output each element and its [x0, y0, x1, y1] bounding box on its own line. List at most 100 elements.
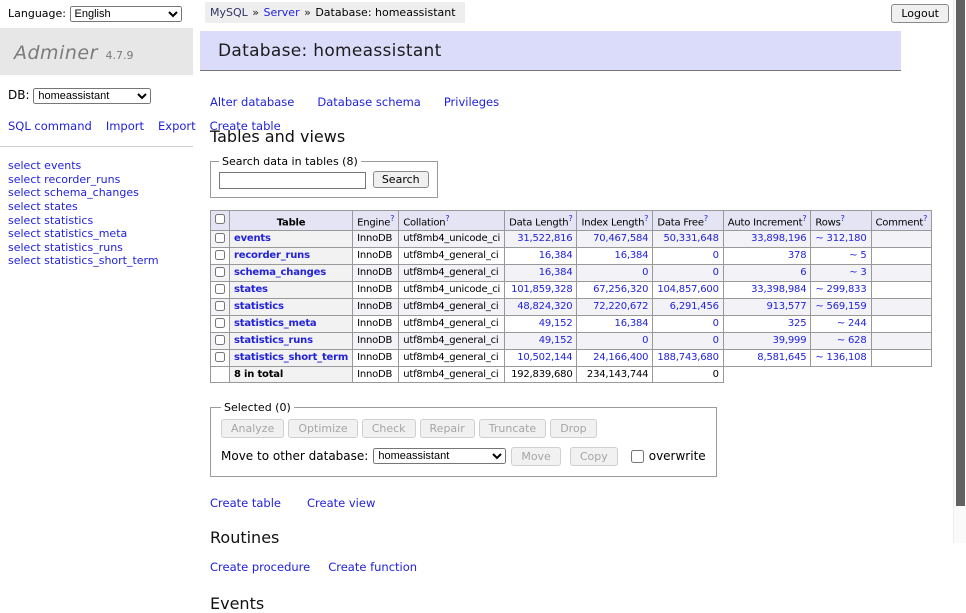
- table-name-link[interactable]: recorder_runs: [234, 250, 310, 261]
- row-checkbox[interactable]: [215, 267, 225, 277]
- db-select[interactable]: homeassistant: [33, 88, 151, 104]
- table-name-link[interactable]: statistics_meta: [234, 318, 316, 329]
- language-select[interactable]: English: [70, 6, 182, 22]
- sidebar-table-link[interactable]: select recorder_runs: [8, 173, 120, 186]
- column-help-link[interactable]: ?: [644, 214, 648, 223]
- data-free-link[interactable]: 0: [713, 335, 719, 346]
- table-name-link[interactable]: states: [234, 284, 268, 295]
- sidebar-table-link[interactable]: select statistics: [8, 214, 93, 227]
- rows-link[interactable]: ~ 312,180: [815, 233, 866, 244]
- data-length-link[interactable]: 48,824,320: [517, 301, 572, 312]
- bulk-action-button[interactable]: Repair: [420, 419, 475, 438]
- search-input[interactable]: [219, 172, 366, 189]
- auto-increment-link[interactable]: 378: [788, 250, 807, 261]
- rows-link[interactable]: ~ 5: [849, 250, 866, 261]
- vertical-scrollbar[interactable]: [953, 0, 966, 543]
- table-name-link[interactable]: statistics_short_term: [234, 352, 348, 363]
- row-checkbox[interactable]: [215, 335, 225, 345]
- column-help-link[interactable]: ?: [445, 214, 449, 223]
- index-length-link[interactable]: 67,256,320: [593, 284, 648, 295]
- breadcrumb-mysql-link[interactable]: MySQL: [210, 6, 248, 19]
- data-free-link[interactable]: 0: [713, 250, 719, 261]
- logout-button[interactable]: Logout: [891, 4, 949, 23]
- sidebar-table-link[interactable]: select statistics_short_term: [8, 254, 159, 267]
- row-checkbox[interactable]: [215, 352, 225, 362]
- data-length-link[interactable]: 16,384: [539, 250, 573, 261]
- auto-increment-link[interactable]: 33,398,984: [751, 284, 806, 295]
- copy-button[interactable]: Copy: [570, 447, 618, 466]
- database-nav-link[interactable]: Database schema: [317, 95, 420, 109]
- sidebar-action-link[interactable]: SQL command: [8, 119, 92, 133]
- move-db-select[interactable]: homeassistant: [373, 448, 506, 464]
- rows-link[interactable]: ~ 3: [849, 267, 866, 278]
- routine-create-link[interactable]: Create procedure: [210, 560, 310, 574]
- auto-increment-link[interactable]: 913,577: [766, 301, 806, 312]
- column-help-link[interactable]: ?: [802, 214, 806, 223]
- adminer-logo[interactable]: Adminer 4.7.9: [0, 28, 193, 75]
- index-length-link[interactable]: 0: [642, 267, 648, 278]
- data-free-link[interactable]: 6,291,456: [670, 301, 719, 312]
- rows-link[interactable]: ~ 628: [837, 335, 867, 346]
- overwrite-checkbox[interactable]: [631, 450, 644, 463]
- data-free-link[interactable]: 50,331,648: [664, 233, 719, 244]
- sidebar-action-link[interactable]: Create table: [210, 119, 281, 133]
- select-all-checkbox[interactable]: [215, 214, 225, 224]
- index-length-link[interactable]: 16,384: [615, 318, 649, 329]
- bulk-action-button[interactable]: Truncate: [479, 419, 546, 438]
- bulk-action-button[interactable]: Check: [362, 419, 416, 438]
- rows-link[interactable]: ~ 244: [837, 318, 867, 329]
- row-checkbox[interactable]: [215, 318, 225, 328]
- row-checkbox[interactable]: [215, 284, 225, 294]
- database-nav-link[interactable]: Alter database: [210, 95, 294, 109]
- column-help-link[interactable]: ?: [704, 214, 708, 223]
- data-length-link[interactable]: 10,502,144: [517, 352, 572, 363]
- index-length-link[interactable]: 72,220,672: [593, 301, 648, 312]
- row-checkbox[interactable]: [215, 301, 225, 311]
- column-help-link[interactable]: ?: [923, 214, 927, 223]
- sidebar-table-link[interactable]: select statistics_runs: [8, 241, 123, 254]
- auto-increment-link[interactable]: 33,898,196: [751, 233, 806, 244]
- auto-increment-link[interactable]: 6: [800, 267, 806, 278]
- bulk-action-button[interactable]: Optimize: [288, 419, 357, 438]
- data-free-link[interactable]: 104,857,600: [657, 284, 718, 295]
- search-button[interactable]: Search: [373, 171, 429, 188]
- sidebar-table-link[interactable]: select events: [8, 159, 81, 172]
- column-help-link[interactable]: ?: [841, 214, 845, 223]
- data-free-link[interactable]: 0: [713, 318, 719, 329]
- table-name-link[interactable]: statistics_runs: [234, 335, 313, 346]
- sidebar-table-link[interactable]: select states: [8, 200, 78, 213]
- data-length-link[interactable]: 101,859,328: [511, 284, 572, 295]
- table-name-link[interactable]: schema_changes: [234, 267, 326, 278]
- index-length-link[interactable]: 24,166,400: [593, 352, 648, 363]
- auto-increment-link[interactable]: 325: [788, 318, 807, 329]
- sidebar-action-link[interactable]: Import: [106, 119, 144, 133]
- data-length-link[interactable]: 49,152: [539, 335, 573, 346]
- rows-link[interactable]: ~ 569,159: [815, 301, 866, 312]
- index-length-link[interactable]: 70,467,584: [593, 233, 648, 244]
- table-name-link[interactable]: events: [234, 233, 271, 244]
- routine-create-link[interactable]: Create function: [328, 560, 417, 574]
- create-link[interactable]: Create table: [210, 496, 281, 510]
- auto-increment-link[interactable]: 8,581,645: [757, 352, 806, 363]
- column-help-link[interactable]: ?: [568, 214, 572, 223]
- data-length-link[interactable]: 16,384: [539, 267, 573, 278]
- column-help-link[interactable]: ?: [390, 214, 394, 223]
- data-free-link[interactable]: 0: [713, 267, 719, 278]
- breadcrumb-server-link[interactable]: Server: [264, 6, 300, 19]
- database-nav-link[interactable]: Privileges: [444, 95, 499, 109]
- auto-increment-link[interactable]: 39,999: [773, 335, 807, 346]
- row-checkbox[interactable]: [215, 233, 225, 243]
- create-link[interactable]: Create view: [307, 496, 375, 510]
- sidebar-table-link[interactable]: select statistics_meta: [8, 227, 127, 240]
- sidebar-action-link[interactable]: Export: [158, 119, 196, 133]
- data-free-link[interactable]: 188,743,680: [657, 352, 718, 363]
- index-length-link[interactable]: 0: [642, 335, 648, 346]
- scrollbar-thumb[interactable]: [956, 0, 965, 506]
- move-button[interactable]: Move: [511, 447, 561, 466]
- rows-link[interactable]: ~ 299,833: [815, 284, 866, 295]
- data-length-link[interactable]: 49,152: [539, 318, 573, 329]
- data-length-link[interactable]: 31,522,816: [517, 233, 572, 244]
- bulk-action-button[interactable]: Analyze: [221, 419, 284, 438]
- rows-link[interactable]: ~ 136,108: [815, 352, 866, 363]
- bulk-action-button[interactable]: Drop: [550, 419, 596, 438]
